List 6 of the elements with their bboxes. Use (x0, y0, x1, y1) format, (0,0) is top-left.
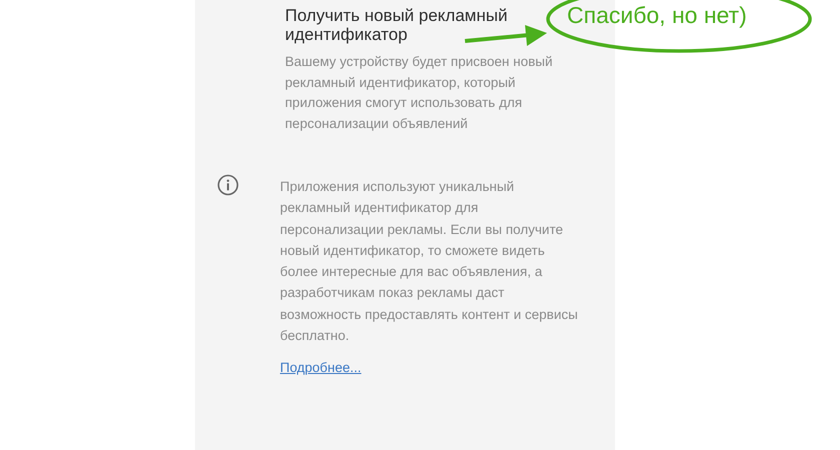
annotation-text: Спасибо, но нет) (567, 1, 747, 29)
option-description: Вашему устройству будет присвоен новый рекламный идентификатор, который приложения смогут использовать для персонализации объявлений (285, 53, 554, 133)
more-link[interactable]: Подробнее... (280, 358, 362, 379)
info-text: Приложения используют уникальный рекламный идентификатор для персонализации рекламы. Если вы получите новый идентификатор, то сможете видеть более интересные для вас объявления, а разработчикам показ рекламы даст возможность предоставлять контент и сервисы бесплатно. (280, 178, 579, 346)
option-title[interactable]: Получить новый рекламный идентификатор (285, 6, 565, 44)
info-icon (217, 174, 239, 196)
